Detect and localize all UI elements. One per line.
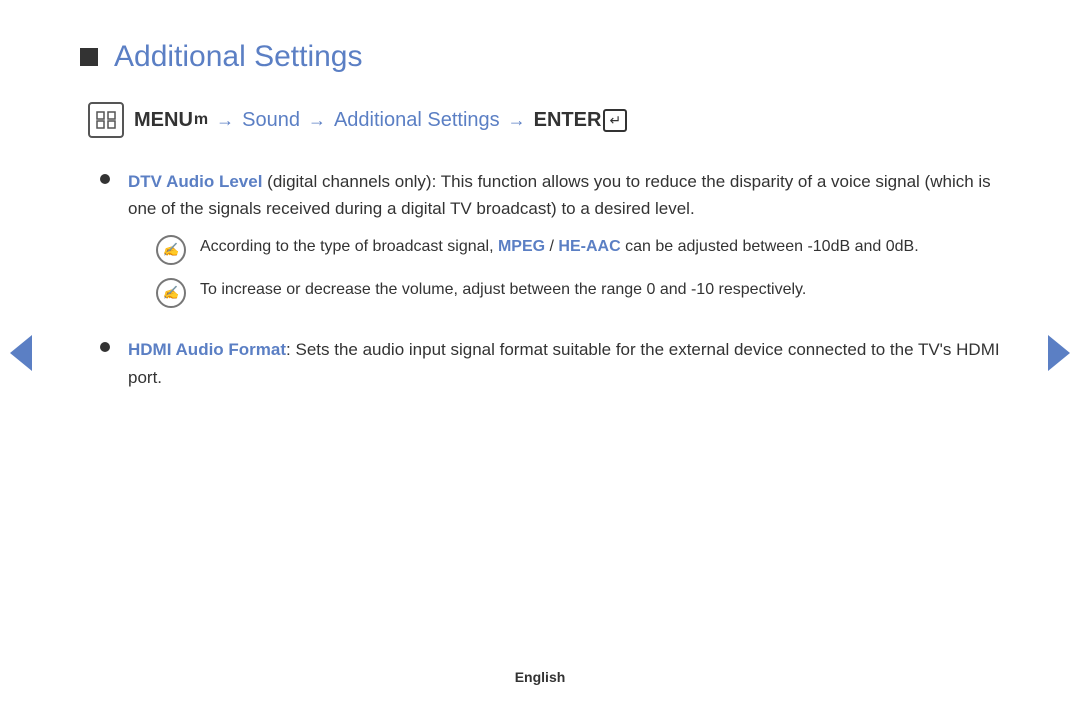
- bullet-content-dtv: DTV Audio Level (digital channels only):…: [128, 168, 1000, 316]
- nav-prev-button[interactable]: [10, 335, 32, 371]
- note-item-1: ✍ According to the type of broadcast sig…: [128, 234, 1000, 265]
- bullet-dot-icon: [100, 174, 110, 184]
- bullet-content-hdmi: HDMI Audio Format: Sets the audio input …: [128, 336, 1000, 390]
- mpeg-highlight: MPEG: [498, 238, 545, 255]
- menu-arrow-1: →: [216, 110, 234, 131]
- note-item-2: ✍ To increase or decrease the volume, ad…: [128, 277, 1000, 308]
- menu-suffix: m: [194, 111, 208, 129]
- enter-icon: ↵: [603, 109, 627, 132]
- note-content-1: According to the type of broadcast signa…: [200, 234, 919, 260]
- dtv-highlight: DTV Audio Level: [128, 172, 262, 191]
- menu-enter-label: ENTER: [534, 109, 602, 132]
- nav-next-button[interactable]: [1048, 335, 1070, 371]
- menu-additional-link[interactable]: Additional Settings: [334, 109, 500, 132]
- menu-icon: [88, 102, 124, 138]
- list-item: DTV Audio Level (digital channels only):…: [100, 168, 1000, 316]
- title-square-icon: [80, 48, 98, 66]
- content-area: DTV Audio Level (digital channels only):…: [80, 168, 1000, 391]
- note-content-2: To increase or decrease the volume, adju…: [200, 277, 806, 303]
- menu-path: MENU m → Sound → Additional Settings → E…: [80, 102, 1000, 138]
- note-icon-1: ✍: [156, 235, 186, 265]
- footer-language: English: [515, 669, 566, 685]
- menu-label: MENU: [134, 109, 193, 132]
- title-section: Additional Settings: [80, 40, 1000, 74]
- menu-arrow-2: →: [308, 110, 326, 131]
- bullet-dot-icon: [100, 342, 110, 352]
- note-icon-2: ✍: [156, 278, 186, 308]
- page-container: Additional Settings MENU m → Sound → Add…: [0, 0, 1080, 705]
- page-title: Additional Settings: [114, 40, 363, 74]
- heaac-highlight: HE-AAC: [558, 238, 620, 255]
- menu-sound-link[interactable]: Sound: [242, 109, 300, 132]
- hdmi-highlight: HDMI Audio Format: [128, 340, 286, 359]
- list-item: HDMI Audio Format: Sets the audio input …: [100, 336, 1000, 390]
- menu-arrow-3: →: [508, 110, 526, 131]
